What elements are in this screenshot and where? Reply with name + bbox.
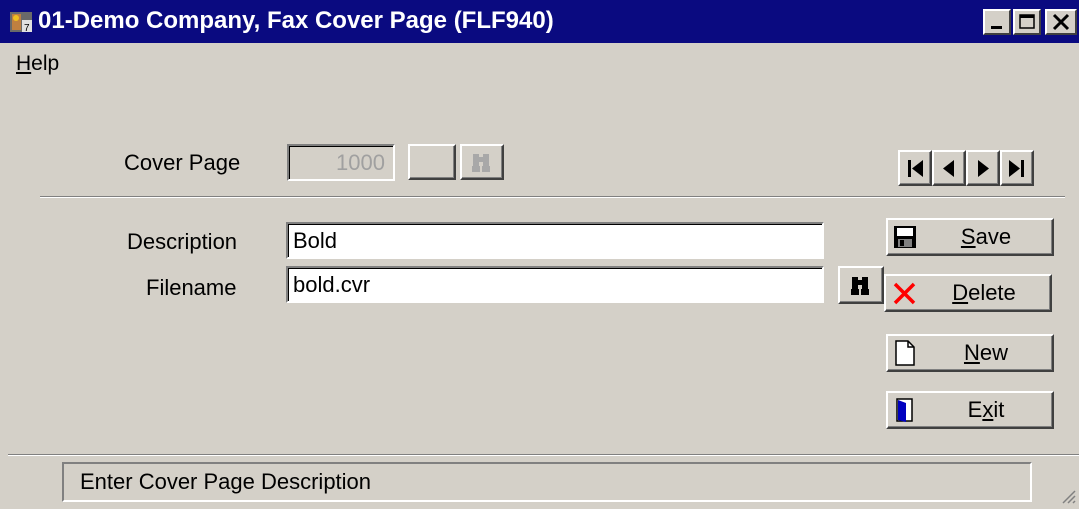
status-bar-divider [8,454,1079,456]
separator [40,196,1065,198]
close-button[interactable] [1045,9,1077,35]
exit-label: Exit [967,397,1005,422]
red-x-icon [892,279,918,307]
save-button[interactable]: Save [886,218,1054,256]
previous-record-icon [943,160,954,177]
status-message: Enter Cover Page Description [62,462,1032,502]
fax-cover-page-window: 7 01-Demo Company, Fax Cover Page (FLF94… [0,0,1079,509]
maximize-icon [1019,14,1035,29]
filename-field[interactable]: bold.cvr [286,266,824,303]
door-icon [892,396,918,424]
delete-mnemonic: D [952,280,969,305]
minimize-icon [991,26,1002,29]
delete-button[interactable]: Delete [884,274,1052,312]
binoculars-icon [472,154,490,172]
save-label: Save [960,224,1012,249]
minimize-button[interactable] [983,9,1011,35]
app-icon[interactable]: 7 [10,10,34,34]
description-field[interactable]: Bold [286,222,824,259]
cover-page-field[interactable]: 1000 [287,144,395,181]
new-label: New [963,340,1008,365]
cover-page-lookup-button[interactable] [460,144,504,180]
floppy-disk-icon [892,223,918,251]
description-label: Description [127,229,238,254]
title-bar[interactable]: 7 01-Demo Company, Fax Cover Page (FLF94… [0,0,1079,43]
close-icon [1052,13,1070,31]
maximize-button[interactable] [1013,9,1041,35]
menu-help-rest: elp [31,52,60,75]
svg-text:7: 7 [24,23,30,34]
binoculars-icon [851,277,869,295]
previous-record-button[interactable] [932,150,966,186]
next-record-icon [978,160,989,177]
exit-button[interactable]: Exit [886,391,1054,429]
cover-page-blank-button[interactable] [408,144,456,180]
menu-help[interactable]: Help [16,52,59,76]
first-record-icon [908,160,923,177]
delete-label: Delete [952,280,1016,305]
last-record-button[interactable] [1000,150,1034,186]
cover-page-label: Cover Page [124,150,241,175]
new-mnemonic: N [963,340,980,365]
next-record-button[interactable] [966,150,1000,186]
last-record-icon [1009,160,1024,177]
resize-grip-icon[interactable] [1058,486,1076,504]
window-title: 01-Demo Company, Fax Cover Page (FLF940) [38,7,554,34]
exit-mnemonic: x [982,397,994,422]
new-button[interactable]: New [886,334,1054,372]
first-record-button[interactable] [898,150,932,186]
blank-page-icon [892,339,918,367]
save-mnemonic: S [960,224,976,249]
menu-help-mnemonic: H [16,52,32,75]
filename-label: Filename [146,275,237,300]
filename-lookup-button[interactable] [838,266,884,304]
